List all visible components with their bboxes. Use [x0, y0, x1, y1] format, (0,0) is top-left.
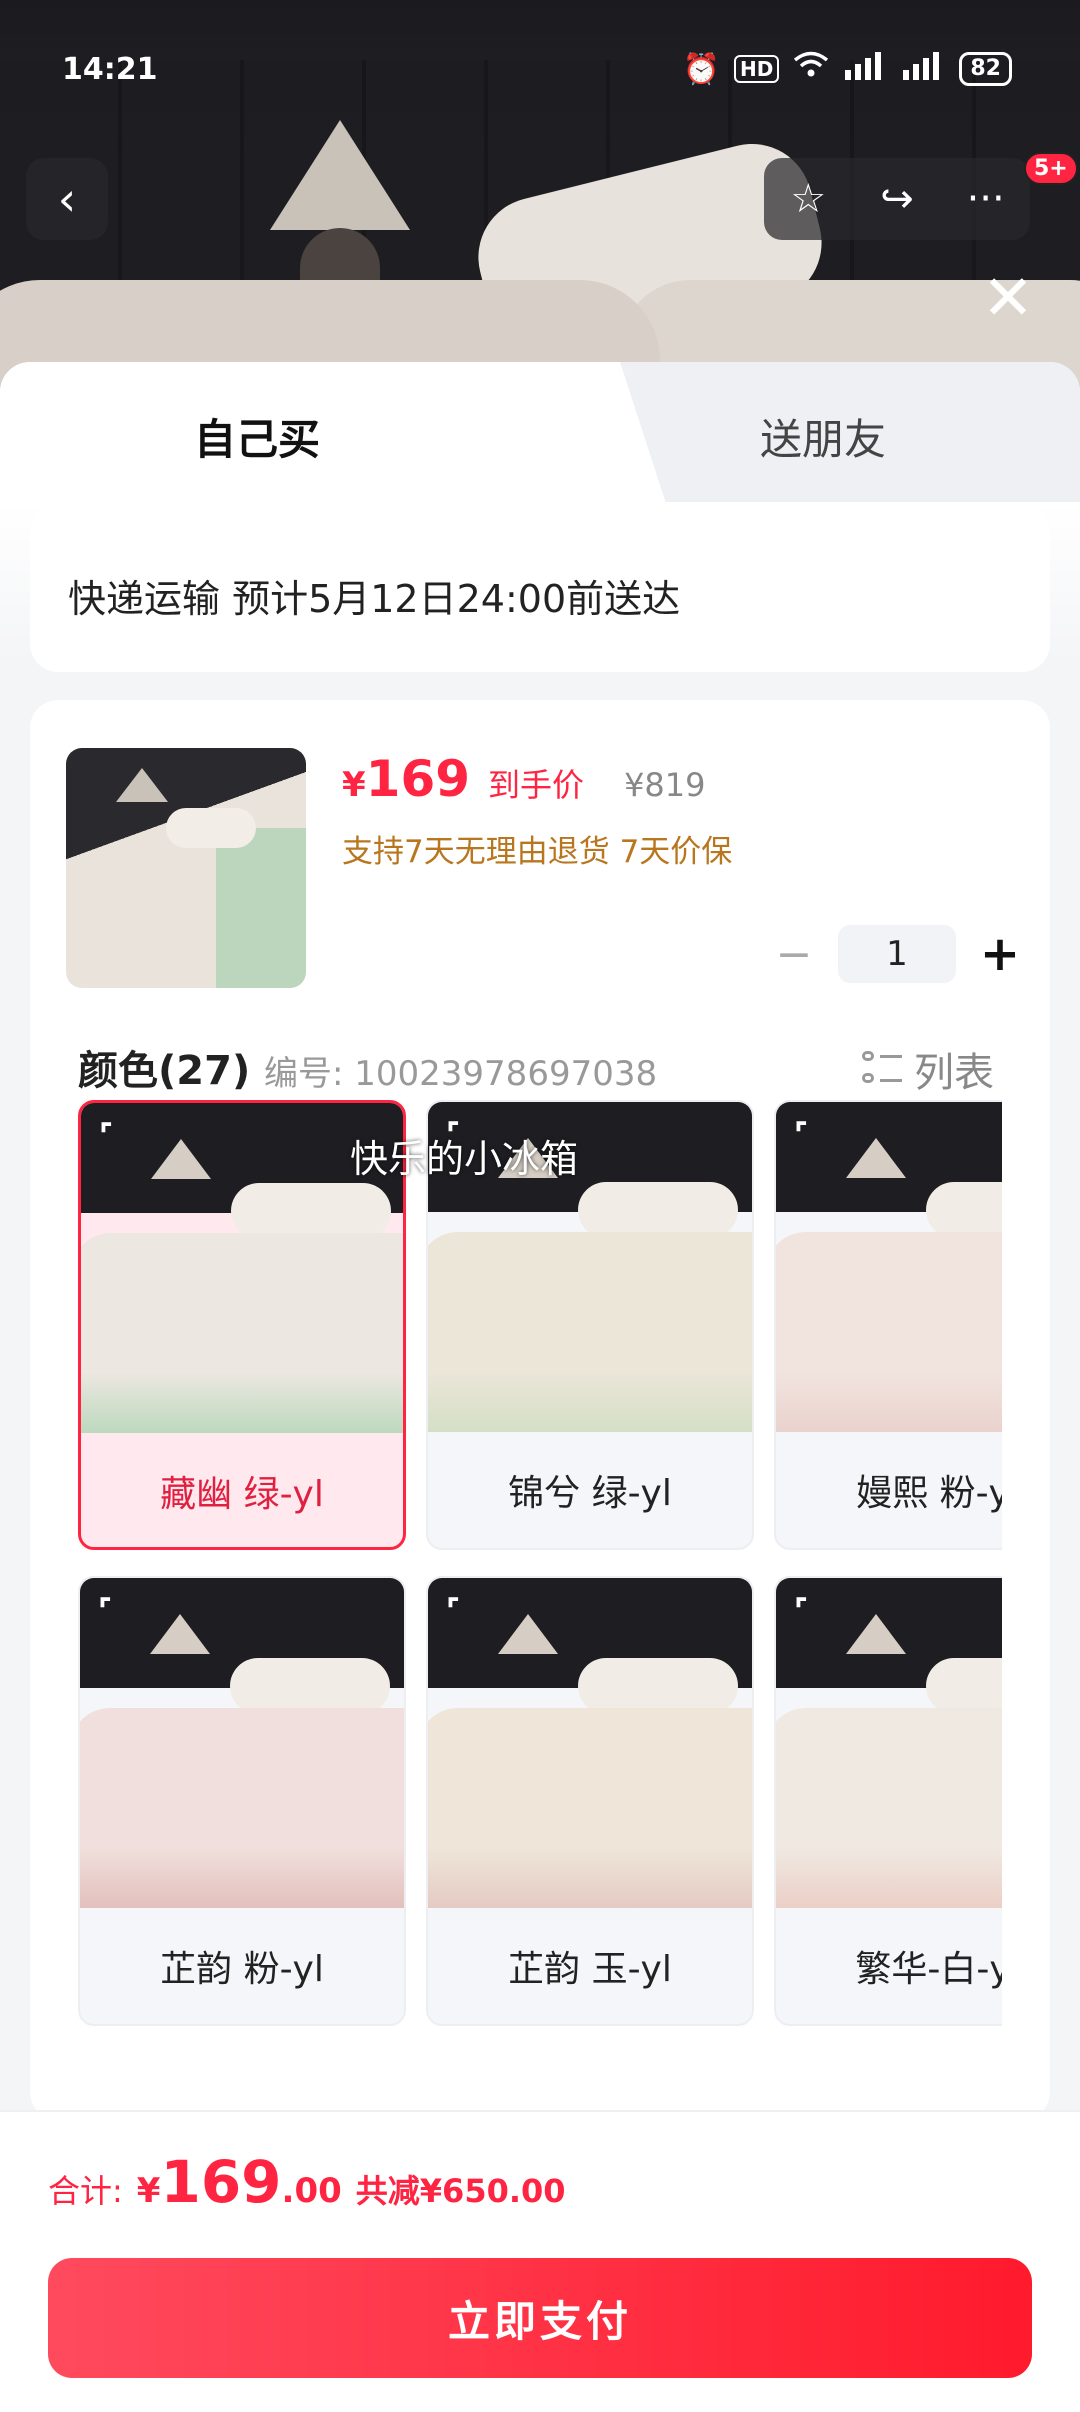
status-time: 14:21 [62, 52, 158, 87]
more-icon: ··· [966, 176, 1005, 222]
color-option[interactable]: ⌜ 芷韵 玉-yl [426, 1576, 754, 2026]
original-price: ¥819 [624, 766, 706, 804]
battery-indicator: 82 [959, 52, 1012, 86]
color-option-label: 繁华-白-yl [855, 1949, 1002, 1990]
product-card: ¥ 169 到手价 ¥819 支持7天无理由退货 7天价保 − 1 + 颜色(2… [30, 700, 1050, 2120]
favorite-button[interactable]: ☆ [764, 158, 853, 240]
top-action-group: ☆ ↪ ··· [764, 158, 1030, 240]
total-discount: 共减¥650.00 [355, 2172, 566, 2210]
expand-icon[interactable]: ⌜ [794, 1120, 828, 1154]
color-option-label: 锦兮 绿-yl [508, 1473, 672, 1514]
purchase-sheet: 自己买 送朋友 快递运输 预计5月12日24:00前送达 ¥ 169 到手价 ¥… [0, 362, 1080, 2412]
price-tag: 到手价 [488, 766, 585, 804]
star-icon: ☆ [790, 176, 827, 222]
service-guarantee: 支持7天无理由退货 7天价保 [342, 834, 733, 870]
price-currency: ¥ [342, 765, 366, 805]
pay-now-button[interactable]: 立即支付 [48, 2258, 1032, 2378]
back-button[interactable]: ‹ [26, 158, 108, 240]
expand-icon[interactable]: ⌜ [446, 1596, 480, 1630]
list-icon [862, 1049, 902, 1089]
color-options-grid: ⌜ 藏幽 绿-yl ⌜ 锦兮 绿-yl ⌜ 嫚熙 粉- ⌜ 芷韵 粉-yl ⌜ … [78, 1100, 1002, 2060]
decrease-button[interactable]: − [766, 929, 822, 980]
notification-badge: 5+ [1024, 152, 1078, 185]
total-decimal: .00 [281, 2171, 342, 2211]
purchase-tabs: 自己买 送朋友 [0, 362, 1080, 502]
status-icons: ⏰ HD 82 [683, 50, 1012, 88]
chevron-left-icon: ‹ [57, 172, 77, 226]
current-price: 169 [365, 750, 471, 808]
signal-icon [843, 50, 887, 88]
total-label: 合计: [48, 2172, 123, 2210]
color-section-title: 颜色(27) [78, 1048, 251, 1094]
list-view-label: 列表 [914, 1050, 994, 1096]
color-option-label: 嫚熙 粉-yl [856, 1473, 1002, 1514]
lamp-shade [270, 120, 410, 230]
close-icon[interactable]: ✕ [978, 267, 1038, 329]
expand-icon[interactable]: ⌜ [794, 1596, 828, 1630]
alarm-icon: ⏰ [682, 51, 721, 87]
hd-icon: HD [734, 55, 780, 83]
quantity-value[interactable]: 1 [838, 925, 956, 983]
tab-gift[interactable]: 送朋友 [760, 406, 886, 467]
share-button[interactable]: ↪ [853, 158, 942, 240]
tab-self[interactable]: 自己买 [194, 406, 320, 467]
color-option-label: 芷韵 玉-yl [508, 1949, 672, 1990]
status-bar: 14:21 ⏰ HD 82 [0, 40, 1080, 100]
watermark-text: 快乐的小冰箱 [350, 1137, 579, 1181]
expand-icon[interactable]: ⌜ [99, 1121, 133, 1155]
shipping-card[interactable]: 快递运输 预计5月12日24:00前送达 [30, 502, 1050, 672]
more-button[interactable]: ··· [941, 158, 1030, 240]
color-option[interactable]: ⌜ 芷韵 粉-yl [78, 1576, 406, 2026]
sku-number: 编号: 10023978697038 [264, 1054, 658, 1094]
color-option[interactable]: ⌜ 嫚熙 粉-yl [774, 1100, 1002, 1550]
list-view-toggle[interactable]: 列表 [862, 1040, 994, 1098]
color-option-label: 藏幽 绿-yl [160, 1474, 324, 1515]
share-icon: ↪ [880, 176, 914, 222]
color-option-label: 芷韵 粉-yl [160, 1949, 324, 1990]
color-option[interactable]: ⌜ 繁华-白-yl [774, 1576, 1002, 2026]
price-line: ¥ 169 到手价 ¥819 [342, 750, 706, 808]
total-amount: 169 [160, 2148, 282, 2216]
product-thumbnail[interactable] [66, 748, 306, 988]
checkout-bar: 合计: ¥ 169 .00 共减¥650.00 立即支付 [0, 2110, 1080, 2412]
signal-icon [901, 50, 945, 88]
wifi-icon [793, 51, 829, 87]
increase-button[interactable]: + [972, 926, 1028, 982]
total-currency: ¥ [136, 2171, 161, 2211]
shipping-estimate: 快递运输 预计5月12日24:00前送达 [68, 577, 681, 621]
quantity-stepper: − 1 + [766, 924, 1028, 984]
order-total: 合计: ¥ 169 .00 共减¥650.00 [48, 2148, 566, 2216]
expand-icon[interactable]: ⌜ [98, 1596, 132, 1630]
